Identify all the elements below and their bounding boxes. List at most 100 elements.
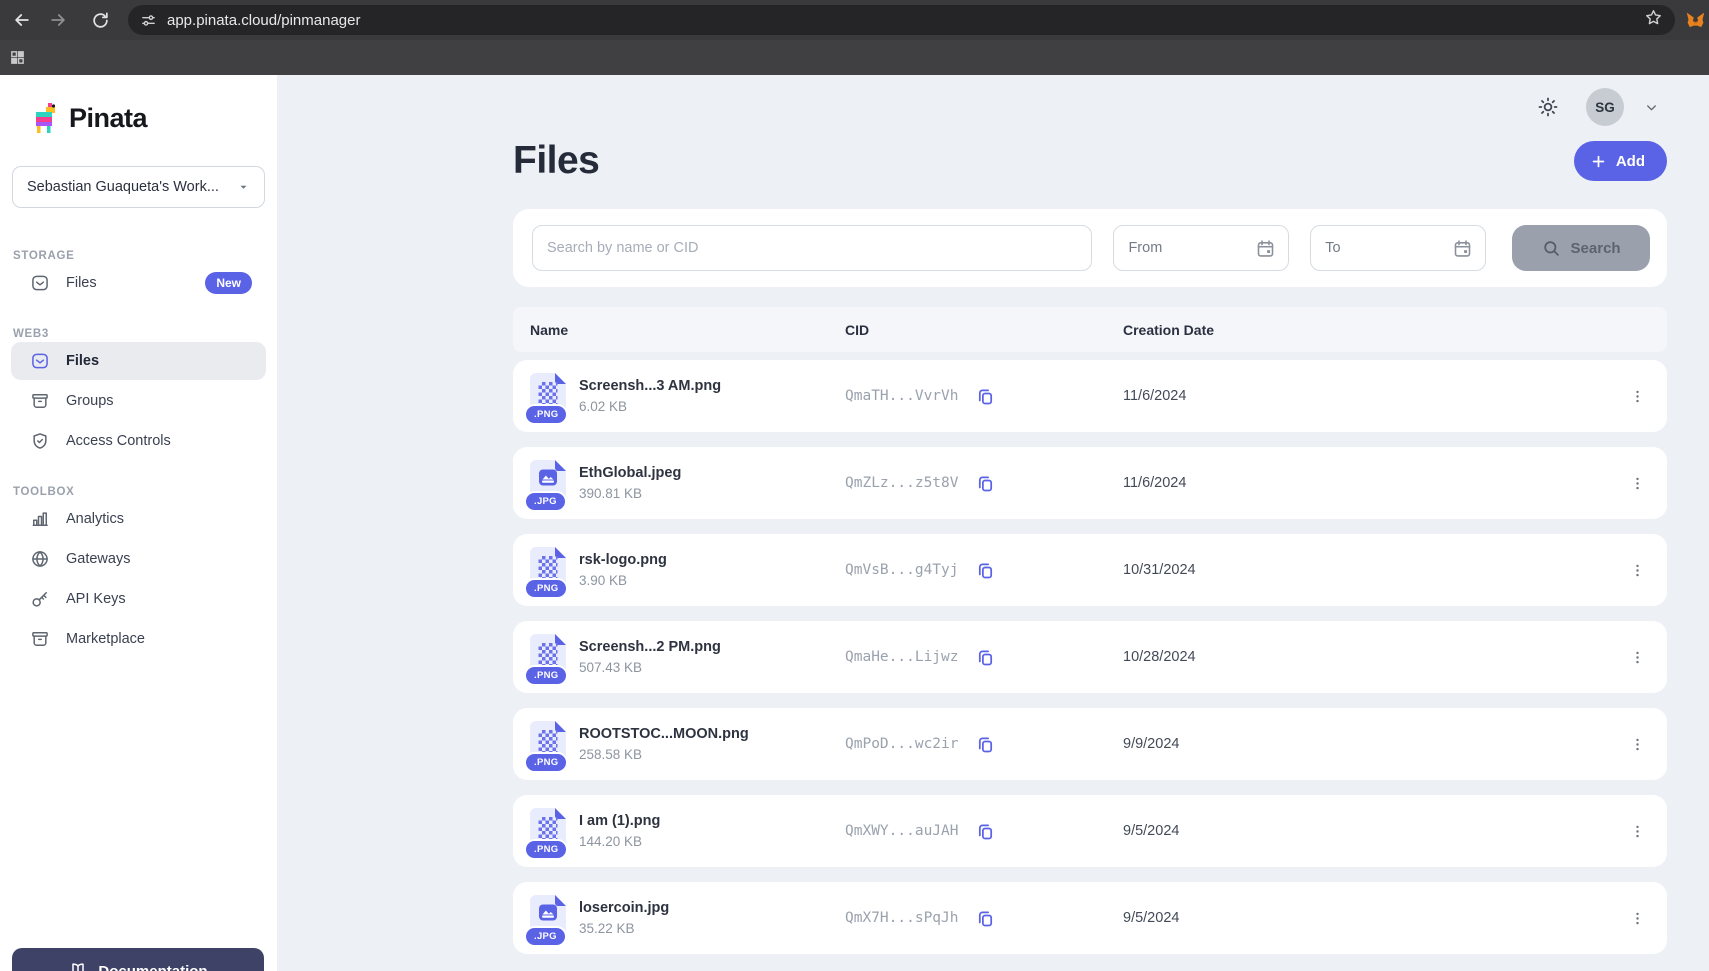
jpg-image-glyph: [539, 469, 558, 486]
file-name: losercoin.jpg: [579, 900, 845, 916]
cid-cell: QmPoD...wc2ir: [845, 734, 1123, 755]
search-button[interactable]: Search: [1512, 225, 1650, 271]
file-type-icon: .PNG: [530, 721, 566, 767]
search-input[interactable]: [532, 225, 1092, 271]
key-icon: [30, 589, 50, 609]
sidebar-item-gateways[interactable]: Gateways: [11, 540, 266, 578]
browser-reload-button[interactable]: [86, 6, 114, 34]
cid-cell: QmaHe...Lijwz: [845, 647, 1123, 668]
file-name: Screensh...3 AM.png: [579, 378, 845, 394]
file-name-cell: losercoin.jpg 35.22 KB: [579, 900, 845, 936]
sidebar-item-web3-files[interactable]: Files: [11, 342, 266, 380]
date-to-field[interactable]: [1310, 225, 1486, 271]
row-actions-menu-button[interactable]: [1623, 556, 1652, 585]
file-size: 258.58 KB: [579, 747, 845, 762]
pinata-llama-icon: [30, 101, 60, 135]
copy-cid-button[interactable]: [975, 473, 996, 494]
page-title: Files: [513, 139, 599, 183]
sidebar-item-groups[interactable]: Groups: [11, 382, 266, 420]
shield-check-icon: [30, 431, 50, 451]
url-text[interactable]: app.pinata.cloud/pinmanager: [167, 12, 1644, 29]
date-from-input[interactable]: [1128, 240, 1255, 256]
theme-toggle-button[interactable]: [1536, 95, 1560, 119]
site-info-icon[interactable]: [140, 12, 157, 29]
row-actions-menu-button[interactable]: [1623, 817, 1652, 846]
row-actions-menu-button[interactable]: [1623, 904, 1652, 933]
file-name: I am (1).png: [579, 813, 845, 829]
file-name: ROOTSTOC...MOON.png: [579, 726, 845, 742]
table-row[interactable]: .PNG I am (1).png 144.20 KB QmXWY...auJA…: [513, 795, 1667, 867]
cid-value: QmZLz...z5t8V: [845, 475, 959, 491]
date-from-field[interactable]: [1113, 225, 1289, 271]
kebab-menu-icon: [1629, 475, 1646, 492]
chevron-down-icon: [1644, 100, 1659, 115]
file-size: 507.43 KB: [579, 660, 845, 675]
copy-icon: [975, 734, 996, 755]
sidebar-item-storage-files[interactable]: Files New: [11, 264, 266, 302]
kebab-menu-icon: [1629, 562, 1646, 579]
workspace-selector[interactable]: Sebastian Guaqueta's Work...: [12, 166, 265, 208]
png-checker-glyph: [539, 643, 558, 665]
sidebar-item-label: Files: [66, 353, 266, 369]
sidebar-item-api-keys[interactable]: API Keys: [11, 580, 266, 618]
row-actions-menu-button[interactable]: [1623, 730, 1652, 759]
back-arrow-icon: [12, 10, 32, 30]
copy-cid-button[interactable]: [975, 647, 996, 668]
table-row[interactable]: .PNG Screensh...3 AM.png 6.02 KB QmaTH..…: [513, 360, 1667, 432]
file-size: 390.81 KB: [579, 486, 845, 501]
table-row[interactable]: .PNG rsk-logo.png 3.90 KB QmVsB...g4Tyj: [513, 534, 1667, 606]
file-type-icon: .PNG: [530, 634, 566, 680]
copy-icon: [975, 647, 996, 668]
pinata-logo[interactable]: Pinata: [30, 101, 277, 135]
row-actions-menu-button[interactable]: [1623, 643, 1652, 672]
cid-value: QmVsB...g4Tyj: [845, 562, 959, 578]
file-type-icon: .JPG: [530, 895, 566, 941]
column-header-cid: CID: [845, 322, 1123, 338]
cid-value: QmPoD...wc2ir: [845, 736, 959, 752]
sidebar-item-access-controls[interactable]: Access Controls: [11, 422, 266, 460]
file-name-cell: Screensh...3 AM.png 6.02 KB: [579, 378, 845, 414]
documentation-button[interactable]: Documentation: [12, 948, 264, 971]
table-row[interactable]: .JPG EthGlobal.jpeg 390.81 KB QmZLz...z5…: [513, 447, 1667, 519]
metamask-extension-icon[interactable]: [1685, 10, 1706, 31]
book-icon: [68, 961, 88, 971]
bookmark-star-icon[interactable]: [1644, 8, 1663, 32]
browser-forward-button[interactable]: [44, 6, 72, 34]
account-menu-button[interactable]: [1644, 100, 1659, 115]
apps-grid-icon[interactable]: [9, 49, 26, 66]
copy-icon: [975, 908, 996, 929]
table-row[interactable]: .JPG losercoin.jpg 35.22 KB QmX7H...sPqJ…: [513, 882, 1667, 954]
add-button-label: Add: [1616, 153, 1645, 170]
table-row[interactable]: .PNG Screensh...2 PM.png 507.43 KB QmaHe…: [513, 621, 1667, 693]
cid-value: QmX7H...sPqJh: [845, 910, 959, 926]
kebab-menu-icon: [1629, 649, 1646, 666]
cid-cell: QmVsB...g4Tyj: [845, 560, 1123, 581]
file-ext-badge: .JPG: [524, 926, 567, 947]
address-bar[interactable]: app.pinata.cloud/pinmanager: [128, 5, 1675, 35]
copy-cid-button[interactable]: [975, 386, 996, 407]
browser-back-button[interactable]: [8, 6, 36, 34]
table-row[interactable]: .PNG ROOTSTOC...MOON.png 258.58 KB QmPoD…: [513, 708, 1667, 780]
copy-cid-button[interactable]: [975, 734, 996, 755]
kebab-menu-icon: [1629, 823, 1646, 840]
file-name-cell: I am (1).png 144.20 KB: [579, 813, 845, 849]
date-to-input[interactable]: [1325, 240, 1452, 256]
sidebar-item-analytics[interactable]: Analytics: [11, 500, 266, 538]
calendar-icon[interactable]: [1452, 238, 1473, 259]
add-button[interactable]: Add: [1574, 141, 1667, 181]
workspace-name: Sebastian Guaqueta's Work...: [27, 179, 237, 195]
copy-icon: [975, 473, 996, 494]
kebab-menu-icon: [1629, 388, 1646, 405]
copy-cid-button[interactable]: [975, 560, 996, 581]
copy-cid-button[interactable]: [975, 821, 996, 842]
row-actions-menu-button[interactable]: [1623, 382, 1652, 411]
sidebar-item-marketplace[interactable]: Marketplace: [11, 620, 266, 658]
calendar-icon[interactable]: [1255, 238, 1276, 259]
row-actions-menu-button[interactable]: [1623, 469, 1652, 498]
web3-section-label: WEB3: [13, 328, 277, 340]
file-size: 3.90 KB: [579, 573, 845, 588]
avatar[interactable]: SG: [1586, 88, 1624, 126]
forward-arrow-icon: [48, 10, 68, 30]
copy-cid-button[interactable]: [975, 908, 996, 929]
cid-value: QmXWY...auJAH: [845, 823, 959, 839]
